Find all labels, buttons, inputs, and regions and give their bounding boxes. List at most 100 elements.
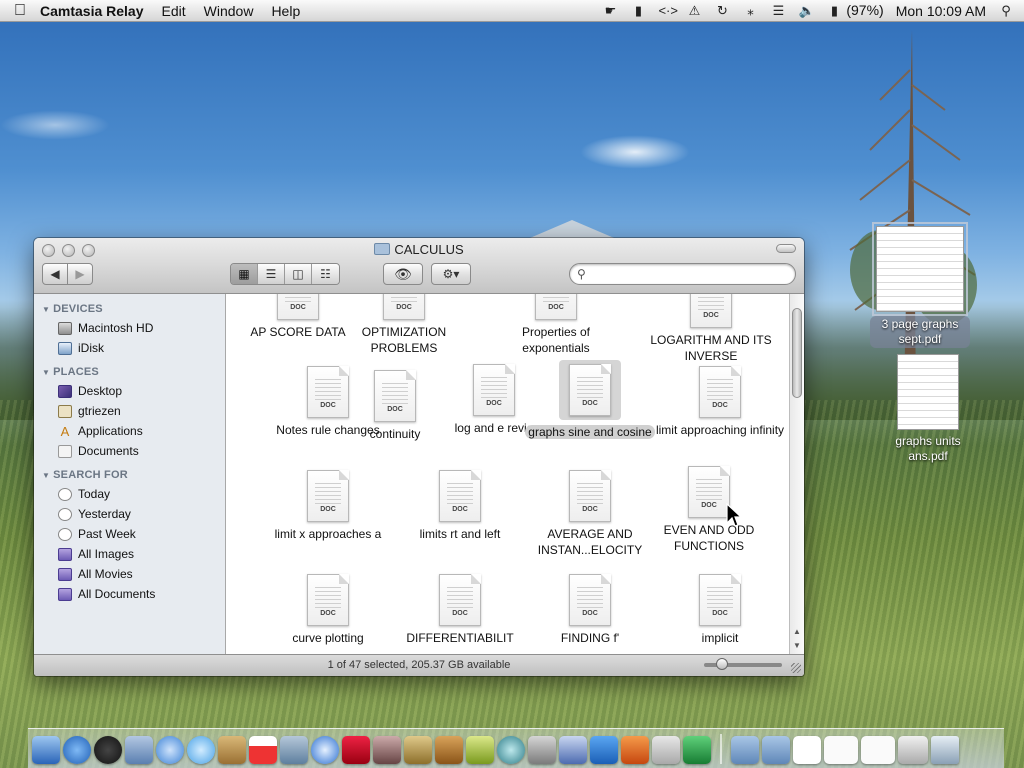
hand-pointer-icon[interactable]: ☛ [602,3,618,19]
file-item[interactable]: DOC limit x approaches a [263,470,393,542]
volume-icon[interactable]: 🔈 [798,3,814,19]
folder-stack-dock-icon[interactable] [762,736,790,764]
sidebar-item-macintosh-hd[interactable]: Macintosh HD [34,318,225,338]
sidebar-item-idisk[interactable]: iDisk [34,338,225,358]
vertical-scrollbar[interactable]: ▲ ▼ [789,294,804,654]
quick-look-button[interactable]: 👁 [383,263,423,285]
wifi-icon[interactable]: ☰ [770,3,786,19]
spotlight-search-icon[interactable]: ⚲ [998,3,1014,19]
powerpoint-dock-icon[interactable] [621,736,649,764]
bluetooth-icon[interactable]: ⁎ [742,3,758,19]
document-icon: DOC [473,364,515,416]
system-preferences-dock-icon[interactable] [528,736,556,764]
sidebar-item-desktop[interactable]: Desktop [34,381,225,401]
icon-view-button[interactable]: ▦ [231,264,258,284]
camtasia-relay-dock-icon[interactable] [559,736,587,764]
sidebar-header-search-for[interactable]: ▼ SEARCH FOR [42,469,225,481]
sidebar-item-applications[interactable]: A Applications [34,421,225,441]
dashboard-dock-icon[interactable] [94,736,122,764]
applications-icon: A [60,423,70,439]
action-menu-button[interactable]: ⚙▾ [431,263,471,285]
imovie-dock-icon[interactable] [373,736,401,764]
ichat-dock-icon[interactable] [187,736,215,764]
file-item[interactable]: DOC implicit [655,574,785,646]
coverflow-view-button[interactable]: ☷ [312,264,339,284]
toolbar-toggle-button[interactable] [776,244,796,253]
document-stack-dock-icon[interactable] [793,736,821,764]
back-button[interactable]: ◀ [42,263,68,285]
utility-dock-icon[interactable] [466,736,494,764]
file-item[interactable]: DOC FINDING f' [525,574,655,646]
forward-button[interactable]: ▶ [67,263,93,285]
sidebar-item-all-movies[interactable]: All Movies [34,564,225,584]
document-stack-dock-icon[interactable] [898,736,928,764]
file-item[interactable]: DOC limits rt and left [395,470,525,542]
menu-help[interactable]: Help [271,3,300,19]
column-view-button[interactable]: ◫ [285,264,312,284]
word-dock-icon[interactable] [590,736,618,764]
file-item[interactable]: DOC LOGARITHM AND ITS INVERSE [646,294,776,364]
garageband-dock-icon[interactable] [435,736,463,764]
sidebar-item-home[interactable]: gtriezen [34,401,225,421]
document-stack-dock-icon[interactable] [824,736,858,764]
sidebar-item-documents[interactable]: Documents [34,441,225,461]
sidebar-header-places[interactable]: ▼ PLACES [42,366,225,378]
menu-edit[interactable]: Edit [162,3,186,19]
capsule-icon[interactable]: ▮ [630,3,646,19]
app-store-dock-icon[interactable] [63,736,91,764]
menu-window[interactable]: Window [204,3,254,19]
iweb-dock-icon[interactable] [404,736,432,764]
desktop-file-graphs-units[interactable]: graphs units ans.pdf [878,354,978,464]
time-machine-dock-icon[interactable] [497,736,525,764]
safari-dock-icon[interactable] [156,736,184,764]
file-item[interactable]: DOC limit approaching infinity [655,366,785,438]
address-book-dock-icon[interactable] [218,736,246,764]
document-icon: DOC [699,574,741,626]
search-input[interactable] [569,263,796,285]
ical-dock-icon[interactable] [249,736,277,764]
scrollbar-thumb[interactable] [792,308,802,398]
sidebar-item-all-documents[interactable]: All Documents [34,584,225,604]
iphoto-dock-icon[interactable] [280,736,308,764]
scroll-down-arrow-icon[interactable]: ▼ [793,641,801,650]
clock[interactable]: Mon 10:09 AM [896,3,986,19]
file-item[interactable]: DOC OPTIMIZATION PROBLEMS [339,294,469,356]
code-arrows-icon[interactable]: <·> [658,3,678,19]
file-item[interactable]: DOC Properties of exponentials [491,294,621,356]
battery-status[interactable]: ▮ (97%) [826,2,884,19]
file-icon-grid: DOC AP SCORE DATA DOC OPTIMIZATION PROBL… [227,294,789,654]
dock [28,728,1004,768]
slider-knob[interactable] [716,658,728,670]
document-stack-dock-icon[interactable] [861,736,895,764]
sidebar-item-all-images[interactable]: All Images [34,544,225,564]
itunes-dock-icon[interactable] [311,736,339,764]
menu-extras: ☛ ▮ <·> ⚠ ↻ ⁎ ☰ 🔈 ▮ (97%) Mon 10:09 AM ⚲ [602,2,1024,19]
preview-dock-icon[interactable] [125,736,153,764]
recorder-dock-icon[interactable] [652,736,680,764]
apple-menu-icon[interactable]:  [0,2,40,20]
finder-dock-icon[interactable] [32,736,60,764]
photo-booth-dock-icon[interactable] [342,736,370,764]
desktop-file-3-page-graphs[interactable]: 3 page graphs sept.pdf [870,222,970,348]
scroll-up-arrow-icon[interactable]: ▲ [793,627,801,636]
eye-icon: 👁 [394,265,412,282]
file-item[interactable]: DOC curve plotting [263,574,393,646]
file-item[interactable]: DOC DIFFERENTIABILIT [395,574,525,646]
file-item[interactable]: DOC AVERAGE AND INSTAN...ELOCITY [525,470,655,558]
time-machine-icon[interactable]: ↻ [714,3,730,19]
resize-grip-icon[interactable] [791,663,801,673]
trash-dock-icon[interactable] [931,736,959,764]
sidebar-item-today[interactable]: Today [34,484,225,504]
folder-stack-dock-icon[interactable] [731,736,759,764]
app-menu[interactable]: Camtasia Relay [40,3,144,19]
list-view-button[interactable]: ☰ [258,264,285,284]
sidebar-header-devices[interactable]: ▼ DEVICES [42,303,225,315]
excel-dock-icon[interactable] [683,736,711,764]
file-item[interactable]: DOC EVEN AND ODD FUNCTIONS [644,466,774,554]
sidebar-item-past-week[interactable]: Past Week [34,524,225,544]
file-label: limit approaching infinity [655,423,785,437]
file-item-selected[interactable]: DOC graphs sine and cosine [525,360,655,440]
sidebar-item-yesterday[interactable]: Yesterday [34,504,225,524]
icon-size-slider[interactable] [704,658,782,670]
alert-icon[interactable]: ⚠ [686,3,702,19]
